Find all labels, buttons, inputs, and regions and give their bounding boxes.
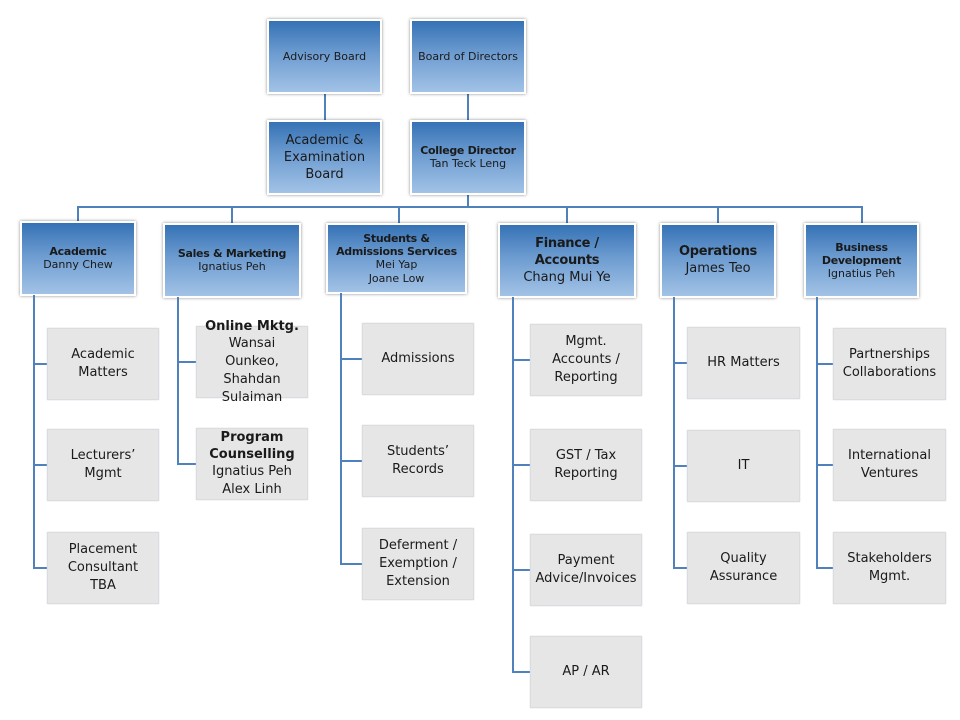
connector-line — [467, 93, 469, 121]
unit-box: Students’ Records — [362, 425, 474, 497]
person-name: Ignatius Peh — [827, 266, 896, 280]
connector-line — [324, 93, 326, 121]
unit-box: Online Mktg. Wansai Ounkeo, Shahdan Sulai… — [196, 319, 308, 405]
connector-line — [340, 460, 362, 462]
unit-box: Admissions — [362, 323, 474, 395]
unit-label: Ignatius Peh Alex Linh — [212, 464, 292, 497]
unit-label: IT — [737, 458, 750, 473]
connector-line — [177, 297, 179, 464]
unit-label: Students’ Records — [386, 444, 450, 477]
department-box-operations: Operations James Teo — [660, 223, 776, 298]
connector-line — [340, 563, 362, 565]
connector-line — [231, 206, 233, 223]
unit-label: Admissions — [381, 351, 455, 366]
department-title: Students & Admissions Services — [336, 231, 457, 258]
unit-box: Lecturers’ Mgmt — [47, 429, 159, 501]
person-name: Ignatius Peh — [198, 260, 266, 273]
person-name: James Teo — [685, 261, 751, 276]
connector-line — [512, 359, 530, 361]
connector-line — [673, 362, 687, 364]
board-label: Advisory Board — [282, 50, 367, 63]
unit-label: Lecturers’ Mgmt — [70, 448, 136, 481]
department-title: Finance / Accounts — [534, 235, 600, 268]
role-title: College Director — [420, 144, 516, 157]
connector-line — [861, 206, 863, 223]
connector-line — [340, 293, 342, 564]
department-box-business-development: Business Development Ignatius Peh — [804, 223, 919, 298]
department-title: Academic — [49, 245, 107, 258]
unit-box: AP / AR — [530, 636, 642, 708]
department-box-sales-marketing: Sales & Marketing Ignatius Peh — [163, 223, 301, 298]
unit-label: Stakeholders Mgmt. — [847, 551, 932, 584]
unit-label: International Ventures — [848, 448, 931, 481]
unit-box: Academic Matters — [47, 328, 159, 400]
board-box-1: Board of Directors — [410, 19, 526, 94]
unit-label: Placement Consultant TBA — [67, 542, 139, 593]
connector-line — [673, 297, 675, 568]
connector-line — [816, 567, 833, 569]
department-box-finance-accounts: Finance / Accounts Chang Mui Ye — [498, 223, 636, 298]
unit-title: Program Counselling — [209, 430, 295, 462]
unit-box: HR Matters — [687, 327, 800, 399]
unit-box: Deferment / Exemption / Extension — [362, 528, 474, 600]
connector-line — [467, 193, 469, 207]
unit-label: HR Matters — [707, 355, 780, 370]
unit-label: GST / Tax Reporting — [554, 448, 618, 481]
person-name: Danny Chew — [43, 258, 113, 271]
unit-box: Mgmt. Accounts / Reporting — [530, 324, 642, 396]
connector-line — [512, 297, 514, 672]
unit-label: Partnerships Collaborations — [842, 347, 937, 380]
department-title: Operations — [679, 244, 757, 259]
unit-box: Program Counselling Ignatius Peh Alex Lin… — [196, 428, 308, 500]
unit-box: Quality Assurance — [687, 532, 800, 604]
unit-box: GST / Tax Reporting — [530, 429, 642, 501]
person-name: Chang Mui Ye — [523, 269, 611, 285]
unit-label: Mgmt. Accounts / Reporting — [552, 334, 620, 385]
connector-line — [33, 567, 47, 569]
connector-line — [177, 463, 196, 465]
college-director-box: College Director Tan Teck Leng — [410, 120, 526, 195]
department-box-academic: Academic Danny Chew — [20, 221, 136, 296]
unit-label: Deferment / Exemption / Extension — [378, 538, 458, 589]
connector-line — [512, 671, 530, 673]
unit-box: Placement Consultant TBA — [47, 532, 159, 604]
unit-label: Payment Advice/Invoices — [535, 553, 637, 586]
unit-box: Partnerships Collaborations — [833, 328, 946, 400]
unit-box: IT — [687, 430, 800, 502]
connector-line — [717, 206, 719, 223]
connector-line — [512, 464, 530, 466]
unit-box: International Ventures — [833, 429, 946, 501]
connector-line — [398, 206, 400, 223]
unit-box: Stakeholders Mgmt. — [833, 532, 946, 604]
board-label: Academic & Examination Board — [283, 133, 366, 182]
connector-line — [816, 297, 818, 568]
person-name: Tan Teck Leng — [429, 157, 507, 170]
department-title: Business Development — [821, 240, 902, 267]
connector-line — [340, 358, 362, 360]
connector-line — [33, 295, 35, 568]
board-box-0: Advisory Board — [267, 19, 382, 94]
connector-line — [816, 363, 833, 365]
unit-label: Wansai Ounkeo, Shahdan Sulaiman — [221, 335, 283, 405]
connector-line — [673, 567, 687, 569]
unit-title: Online Mktg. — [205, 318, 299, 334]
person-name: Mei Yap — [375, 257, 418, 271]
unit-label: Quality Assurance — [709, 551, 778, 584]
unit-label: Academic Matters — [71, 347, 135, 380]
unit-box: Payment Advice/Invoices — [530, 534, 642, 606]
department-box-students-admissions-services: Students & Admissions Services Mei Yap Joa… — [326, 223, 467, 294]
connector-line — [816, 464, 833, 466]
connector-line — [566, 206, 568, 223]
academic-examination-board-box: Academic & Examination Board — [267, 120, 382, 195]
connector-line — [77, 206, 862, 208]
unit-label: AP / AR — [562, 664, 610, 679]
person-name: Joane Low — [368, 271, 425, 285]
connector-line — [673, 465, 687, 467]
connector-line — [33, 363, 47, 365]
connector-line — [33, 464, 47, 466]
board-label: Board of Directors — [418, 50, 518, 63]
connector-line — [177, 361, 196, 363]
department-title: Sales & Marketing — [177, 247, 287, 260]
